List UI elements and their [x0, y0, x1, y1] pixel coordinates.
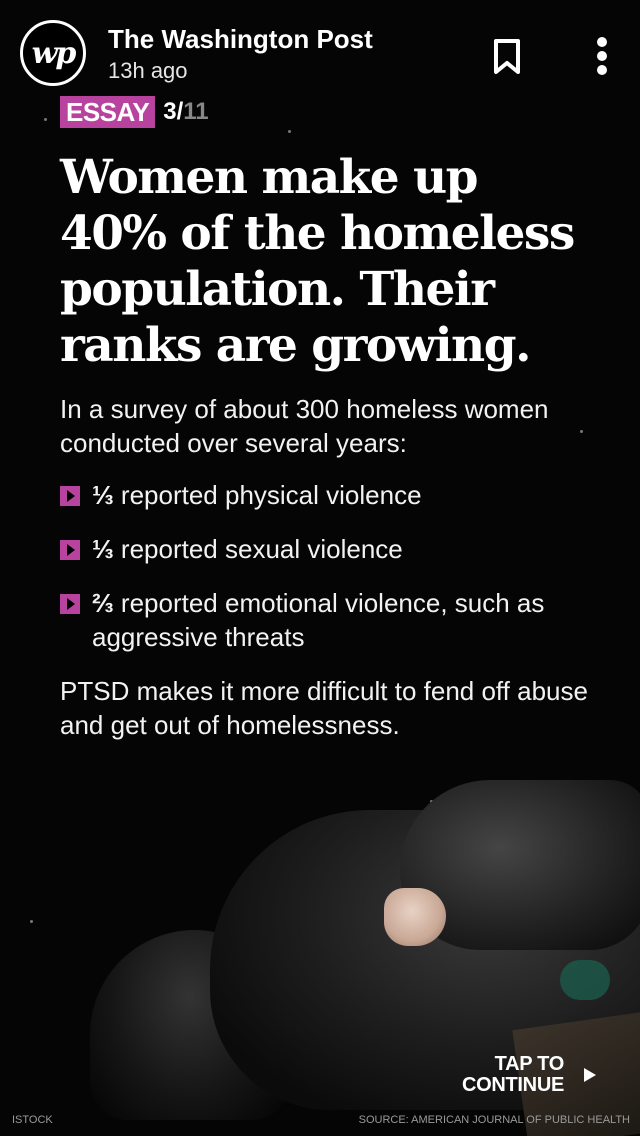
- more-vertical-icon[interactable]: [588, 36, 616, 76]
- stat-text: reported physical violence: [120, 480, 422, 510]
- stat-text: reported emotional violence, such as agg…: [92, 588, 545, 652]
- post-time: 13h ago: [108, 58, 188, 83]
- stat-item: ⅓ reported physical violence: [60, 478, 620, 512]
- section-tag-row: ESSAY 3/11: [60, 96, 209, 128]
- play-bullet-icon: [60, 486, 80, 506]
- stat-item: ⅔ reported emotional violence, such as a…: [60, 586, 620, 654]
- page-current: 3/: [163, 98, 184, 125]
- logo-text: wp: [31, 35, 77, 71]
- closing-text: PTSD makes it more difficult to fend off…: [60, 676, 588, 740]
- photo-hand-shape: [384, 888, 446, 946]
- intro-text: In a survey of about 300 homeless women …: [60, 394, 549, 458]
- source-credit: SOURCE: AMERICAN JOURNAL OF PUBLIC HEALT…: [358, 1114, 630, 1126]
- photo-credit: ISTOCK: [12, 1114, 53, 1126]
- dust-speck: [288, 130, 291, 133]
- play-arrow-icon: [584, 1068, 596, 1082]
- bookmark-icon[interactable]: [492, 38, 522, 76]
- page-total: 11: [183, 98, 209, 125]
- publisher-name[interactable]: The Washington Post: [108, 24, 373, 55]
- story-header: wp The Washington Post 13h ago: [0, 0, 640, 100]
- tap-to-continue-label: TAP TO CONTINUE: [461, 1053, 564, 1096]
- page-counter: 3/11: [163, 98, 208, 126]
- dust-speck: [44, 118, 47, 121]
- stat-fraction: ⅔: [92, 588, 114, 618]
- photo-teal-shape: [560, 960, 610, 1000]
- stat-item: ⅓ reported sexual violence: [60, 532, 620, 566]
- story-card[interactable]: wp The Washington Post 13h ago ESSAY 3/1…: [0, 0, 640, 1136]
- tap-to-continue-button[interactable]: TAP TO CONTINUE: [452, 1054, 602, 1096]
- stat-fraction: ⅓: [92, 480, 114, 510]
- play-bullet-icon: [60, 594, 80, 614]
- publisher-logo[interactable]: wp: [20, 20, 86, 86]
- play-bullet-icon: [60, 540, 80, 560]
- headline: Women make up 40% of the homeless popula…: [60, 150, 575, 373]
- stats-list: ⅓ reported physical violence ⅓ reported …: [60, 478, 620, 674]
- essay-tag: ESSAY: [60, 96, 156, 128]
- stat-fraction: ⅓: [92, 534, 114, 564]
- stat-text: reported sexual violence: [120, 534, 403, 564]
